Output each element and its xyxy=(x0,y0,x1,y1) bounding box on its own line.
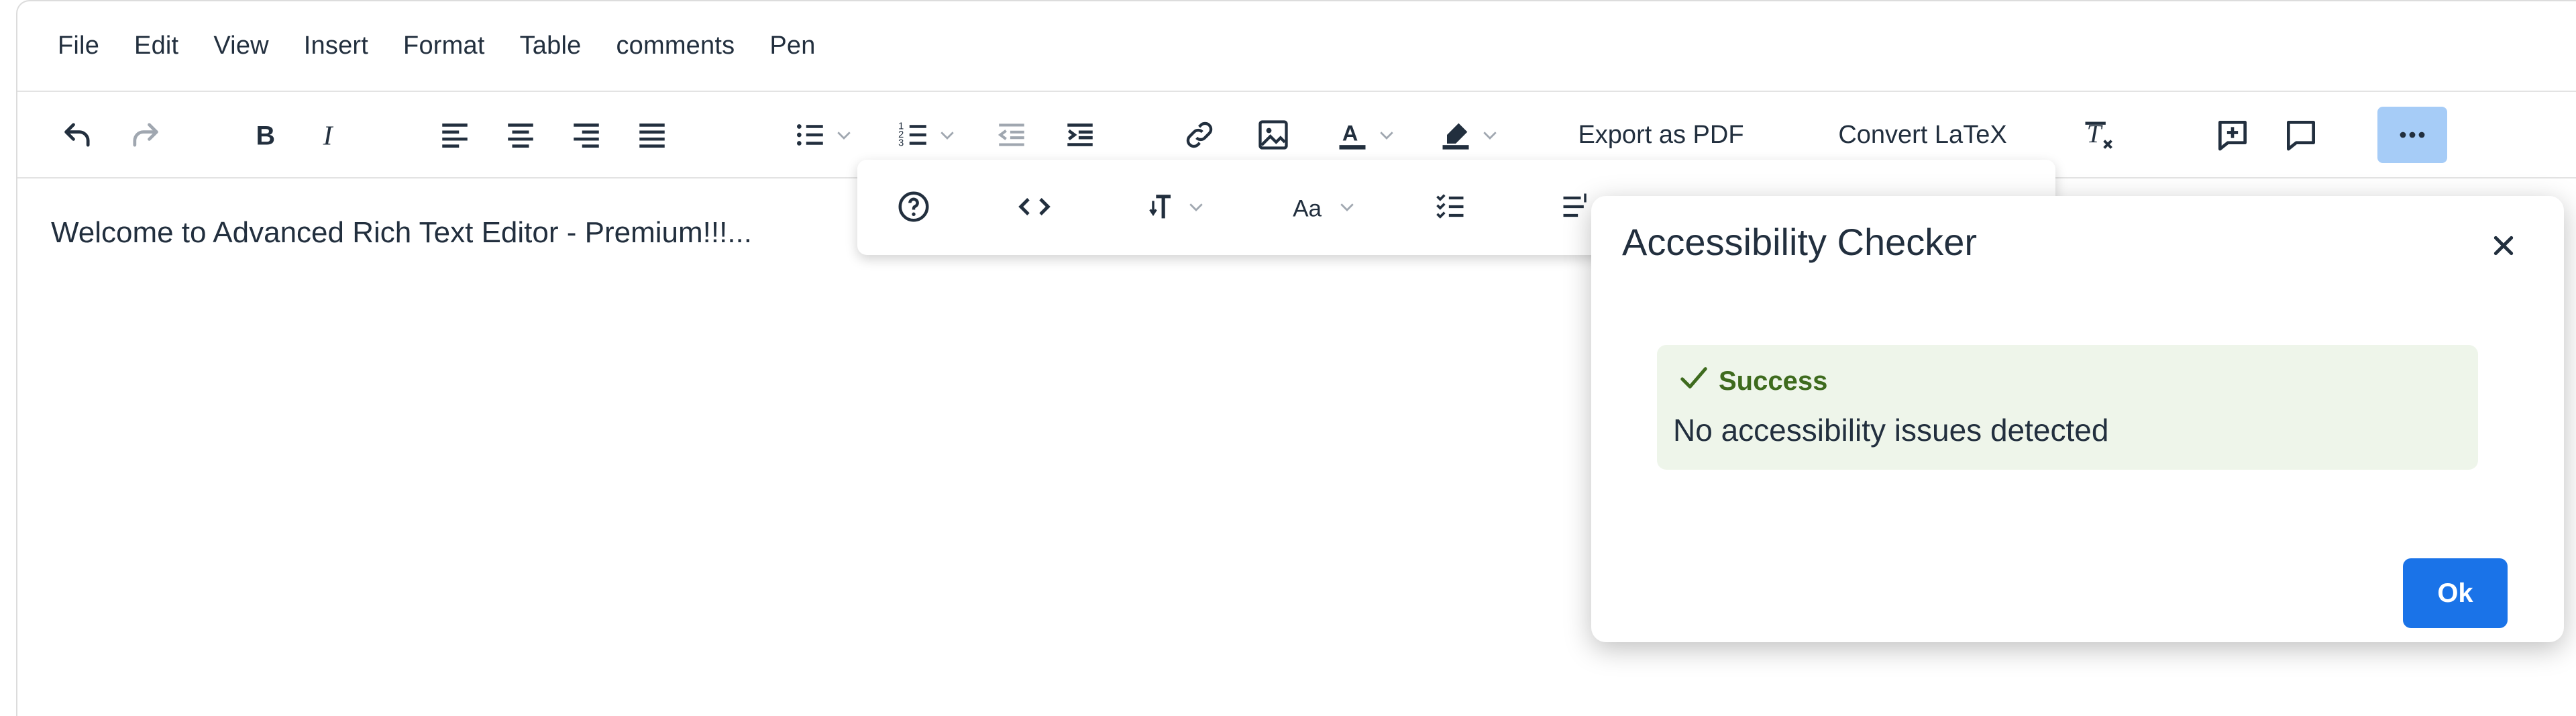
notice-message: No accessibility issues detected xyxy=(1673,413,2109,448)
align-left-button[interactable] xyxy=(427,107,483,163)
numbered-list-icon: 123 xyxy=(897,118,930,152)
align-justify-button[interactable] xyxy=(624,107,680,163)
close-icon xyxy=(2490,232,2517,262)
link-button[interactable] xyxy=(1171,107,1228,163)
align-right-button[interactable] xyxy=(558,107,614,163)
comments-icon xyxy=(2282,116,2320,154)
ok-button[interactable]: Ok xyxy=(2403,558,2508,628)
bullet-list-button[interactable] xyxy=(780,107,868,163)
menu-view[interactable]: View xyxy=(213,32,268,60)
align-left-icon xyxy=(438,118,472,152)
line-height-icon xyxy=(1144,189,1179,227)
checkmark-icon xyxy=(1678,362,1719,400)
accessibility-checker-dialog: Accessibility Checker Success No accessi… xyxy=(1591,196,2564,642)
menu-format[interactable]: Format xyxy=(403,32,485,60)
chevron-down-icon xyxy=(834,125,854,145)
outdent-button[interactable] xyxy=(983,107,1040,163)
outdent-icon xyxy=(995,118,1028,152)
font-case-icon: Aa xyxy=(1291,189,1330,227)
image-icon xyxy=(1256,117,1291,152)
indent-icon xyxy=(1063,118,1097,152)
menu-comments[interactable]: comments xyxy=(616,32,735,60)
more-button[interactable] xyxy=(2377,107,2447,163)
menu-insert[interactable]: Insert xyxy=(304,32,368,60)
numbered-list-button[interactable]: 123 xyxy=(883,107,971,163)
svg-text:A: A xyxy=(1342,121,1358,146)
undo-icon xyxy=(60,117,95,152)
add-comment-icon xyxy=(2214,116,2251,154)
svg-text:I: I xyxy=(323,121,334,152)
chevron-down-icon xyxy=(1186,197,1206,220)
help-icon xyxy=(896,189,932,228)
redo-icon xyxy=(127,117,162,152)
align-justify-icon xyxy=(635,118,669,152)
close-button[interactable] xyxy=(2483,227,2524,267)
chevron-down-icon xyxy=(1480,125,1500,145)
direction-icon xyxy=(1559,189,1594,227)
italic-button[interactable]: I xyxy=(302,107,358,163)
clear-formatting-icon: T xyxy=(2081,117,2116,152)
convert-latex-label: Convert LaTeX xyxy=(1838,120,2007,149)
export-pdf-button[interactable]: Export as PDF xyxy=(1560,107,1762,163)
comments-button[interactable] xyxy=(2273,107,2329,163)
text-color-button[interactable]: A xyxy=(1319,107,1413,163)
bullet-list-icon xyxy=(794,118,827,152)
align-right-icon xyxy=(570,118,603,152)
italic-icon: I xyxy=(313,118,347,152)
line-height-button[interactable] xyxy=(1128,180,1222,236)
editor-content[interactable]: Welcome to Advanced Rich Text Editor - P… xyxy=(51,216,752,250)
svg-text:B: B xyxy=(256,121,276,151)
checklist-button[interactable] xyxy=(1422,180,1479,236)
chevron-down-icon xyxy=(937,125,957,145)
text-color-icon: A xyxy=(1335,117,1370,152)
success-notice: Success No accessibility issues detected xyxy=(1657,345,2478,470)
bold-icon: B xyxy=(248,118,281,152)
menu-table[interactable]: Table xyxy=(520,32,582,60)
chevron-down-icon xyxy=(1377,125,1397,145)
checklist-icon xyxy=(1433,189,1468,227)
highlight-color-button[interactable] xyxy=(1422,107,1516,163)
add-comment-button[interactable] xyxy=(2204,107,2261,163)
menu-file[interactable]: File xyxy=(58,32,99,60)
highlight-color-icon xyxy=(1438,117,1473,152)
menu-pen[interactable]: Pen xyxy=(769,32,815,60)
link-icon xyxy=(1182,117,1217,152)
clear-formatting-button[interactable]: T xyxy=(2070,107,2127,163)
menubar: File Edit View Insert Format Table comme… xyxy=(17,1,2576,92)
convert-latex-button[interactable]: Convert LaTeX xyxy=(1822,107,2023,163)
help-button[interactable] xyxy=(885,180,942,236)
menu-edit[interactable]: Edit xyxy=(134,32,178,60)
dialog-title: Accessibility Checker xyxy=(1622,221,1978,263)
bold-button[interactable]: B xyxy=(236,107,292,163)
align-center-button[interactable] xyxy=(492,107,549,163)
image-button[interactable] xyxy=(1245,107,1301,163)
undo-button[interactable] xyxy=(50,107,106,163)
source-code-icon xyxy=(1016,189,1053,228)
chevron-down-icon xyxy=(1337,197,1357,220)
redo-button[interactable] xyxy=(117,107,173,163)
svg-text:3: 3 xyxy=(898,138,904,149)
align-center-icon xyxy=(504,118,537,152)
notice-title: Success xyxy=(1719,366,1828,396)
indent-button[interactable] xyxy=(1052,107,1108,163)
source-code-button[interactable] xyxy=(1006,180,1063,236)
font-case-button[interactable]: Aa xyxy=(1277,180,1371,236)
svg-text:Aa: Aa xyxy=(1293,195,1322,221)
export-pdf-label: Export as PDF xyxy=(1578,120,1744,149)
more-icon xyxy=(2396,119,2428,151)
